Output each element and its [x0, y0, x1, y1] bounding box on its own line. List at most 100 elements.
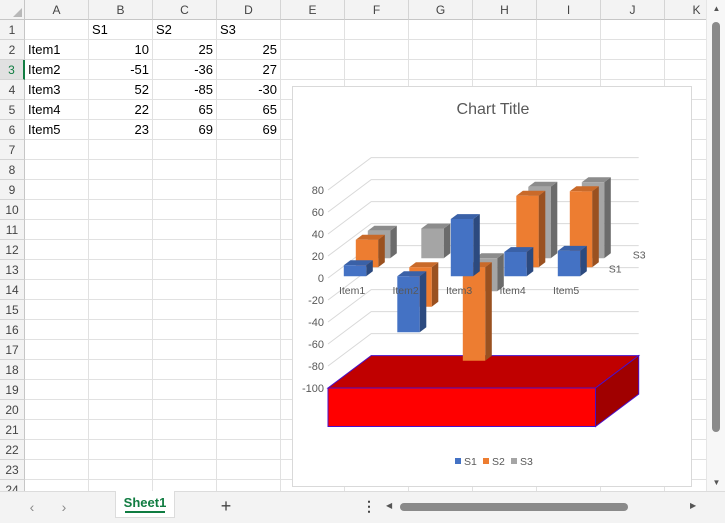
cell-a22[interactable] — [25, 440, 89, 460]
cell-c9[interactable] — [153, 180, 217, 200]
cell-c22[interactable] — [153, 440, 217, 460]
cell-c3[interactable]: -36 — [153, 60, 217, 80]
cell-d2[interactable]: 25 — [217, 40, 281, 60]
cell-h1[interactable] — [473, 20, 537, 40]
cell-b15[interactable] — [89, 300, 153, 320]
cell-c23[interactable] — [153, 460, 217, 480]
add-sheet-button[interactable]: + — [216, 496, 236, 517]
cell-c18[interactable] — [153, 360, 217, 380]
row-header-8[interactable]: 8 — [0, 160, 25, 180]
cell-a5[interactable]: Item4 — [25, 100, 89, 120]
cell-j1[interactable] — [601, 20, 665, 40]
column-header-k[interactable]: K — [665, 0, 706, 20]
row-header-5[interactable]: 5 — [0, 100, 25, 120]
row-header-23[interactable]: 23 — [0, 460, 25, 480]
row-header-2[interactable]: 2 — [0, 40, 25, 60]
scroll-left-arrow-icon[interactable]: ◀ — [386, 501, 392, 510]
cell-b1[interactable]: S1 — [89, 20, 153, 40]
cell-a6[interactable]: Item5 — [25, 120, 89, 140]
cell-i3[interactable] — [537, 60, 601, 80]
scroll-up-arrow-icon[interactable]: ▲ — [707, 4, 725, 13]
column-header-c[interactable]: C — [153, 0, 217, 20]
cell-a17[interactable] — [25, 340, 89, 360]
cell-b22[interactable] — [89, 440, 153, 460]
cell-e3[interactable] — [281, 60, 345, 80]
row-header-7[interactable]: 7 — [0, 140, 25, 160]
chart-object[interactable]: Chart Title 80 60 40 20 0 -20 -40 -60 -80 -100 Item… — [292, 86, 692, 487]
row-header-19[interactable]: 19 — [0, 380, 25, 400]
cell-b19[interactable] — [89, 380, 153, 400]
cell-c2[interactable]: 25 — [153, 40, 217, 60]
row-header-17[interactable]: 17 — [0, 340, 25, 360]
cell-c21[interactable] — [153, 420, 217, 440]
column-header-j[interactable]: J — [601, 0, 665, 20]
cell-d11[interactable] — [217, 220, 281, 240]
column-header-f[interactable]: F — [345, 0, 409, 20]
prev-sheet-button[interactable]: ‹ — [22, 499, 42, 515]
cell-i2[interactable] — [537, 40, 601, 60]
cell-d5[interactable]: 65 — [217, 100, 281, 120]
cell-a14[interactable] — [25, 280, 89, 300]
cell-c17[interactable] — [153, 340, 217, 360]
cell-i1[interactable] — [537, 20, 601, 40]
cell-b11[interactable] — [89, 220, 153, 240]
sheet-tab-sheet1[interactable]: Sheet1 — [115, 491, 175, 518]
row-header-11[interactable]: 11 — [0, 220, 25, 240]
cell-a21[interactable] — [25, 420, 89, 440]
cell-b8[interactable] — [89, 160, 153, 180]
cell-a20[interactable] — [25, 400, 89, 420]
cell-b4[interactable]: 52 — [89, 80, 153, 100]
cell-d1[interactable]: S3 — [217, 20, 281, 40]
cell-d12[interactable] — [217, 240, 281, 260]
cell-b3[interactable]: -51 — [89, 60, 153, 80]
cell-d16[interactable] — [217, 320, 281, 340]
cell-d3[interactable]: 27 — [217, 60, 281, 80]
row-header-12[interactable]: 12 — [0, 240, 25, 260]
cell-d10[interactable] — [217, 200, 281, 220]
column-header-e[interactable]: E — [281, 0, 345, 20]
row-header-9[interactable]: 9 — [0, 180, 25, 200]
cell-c1[interactable]: S2 — [153, 20, 217, 40]
cell-b12[interactable] — [89, 240, 153, 260]
vertical-scroll-thumb[interactable] — [712, 22, 720, 432]
cell-b2[interactable]: 10 — [89, 40, 153, 60]
cell-f1[interactable] — [345, 20, 409, 40]
cell-d13[interactable] — [217, 260, 281, 280]
cell-b5[interactable]: 22 — [89, 100, 153, 120]
cell-c14[interactable] — [153, 280, 217, 300]
cell-d4[interactable]: -30 — [217, 80, 281, 100]
cell-a1[interactable] — [25, 20, 89, 40]
vertical-scrollbar[interactable]: ▲ ▼ — [706, 0, 725, 491]
cell-d23[interactable] — [217, 460, 281, 480]
cell-g2[interactable] — [409, 40, 473, 60]
cell-d6[interactable]: 69 — [217, 120, 281, 140]
cell-a2[interactable]: Item1 — [25, 40, 89, 60]
cell-d18[interactable] — [217, 360, 281, 380]
cell-c15[interactable] — [153, 300, 217, 320]
cell-d24[interactable] — [217, 480, 281, 491]
cell-b6[interactable]: 23 — [89, 120, 153, 140]
row-header-13[interactable]: 13 — [0, 260, 25, 280]
cell-c5[interactable]: 65 — [153, 100, 217, 120]
row-header-4[interactable]: 4 — [0, 80, 25, 100]
more-options-icon[interactable]: ⋮ — [362, 498, 376, 515]
next-sheet-button[interactable]: › — [54, 499, 74, 515]
cell-d9[interactable] — [217, 180, 281, 200]
cell-b9[interactable] — [89, 180, 153, 200]
cell-a16[interactable] — [25, 320, 89, 340]
scroll-down-arrow-icon[interactable]: ▼ — [707, 478, 725, 487]
cell-j2[interactable] — [601, 40, 665, 60]
cell-d14[interactable] — [217, 280, 281, 300]
cell-c10[interactable] — [153, 200, 217, 220]
cell-c7[interactable] — [153, 140, 217, 160]
column-header-g[interactable]: G — [409, 0, 473, 20]
cell-f3[interactable] — [345, 60, 409, 80]
cell-c16[interactable] — [153, 320, 217, 340]
cell-c13[interactable] — [153, 260, 217, 280]
cell-h3[interactable] — [473, 60, 537, 80]
cell-a15[interactable] — [25, 300, 89, 320]
cell-c19[interactable] — [153, 380, 217, 400]
row-header-15[interactable]: 15 — [0, 300, 25, 320]
cell-a24[interactable] — [25, 480, 89, 491]
cell-a7[interactable] — [25, 140, 89, 160]
